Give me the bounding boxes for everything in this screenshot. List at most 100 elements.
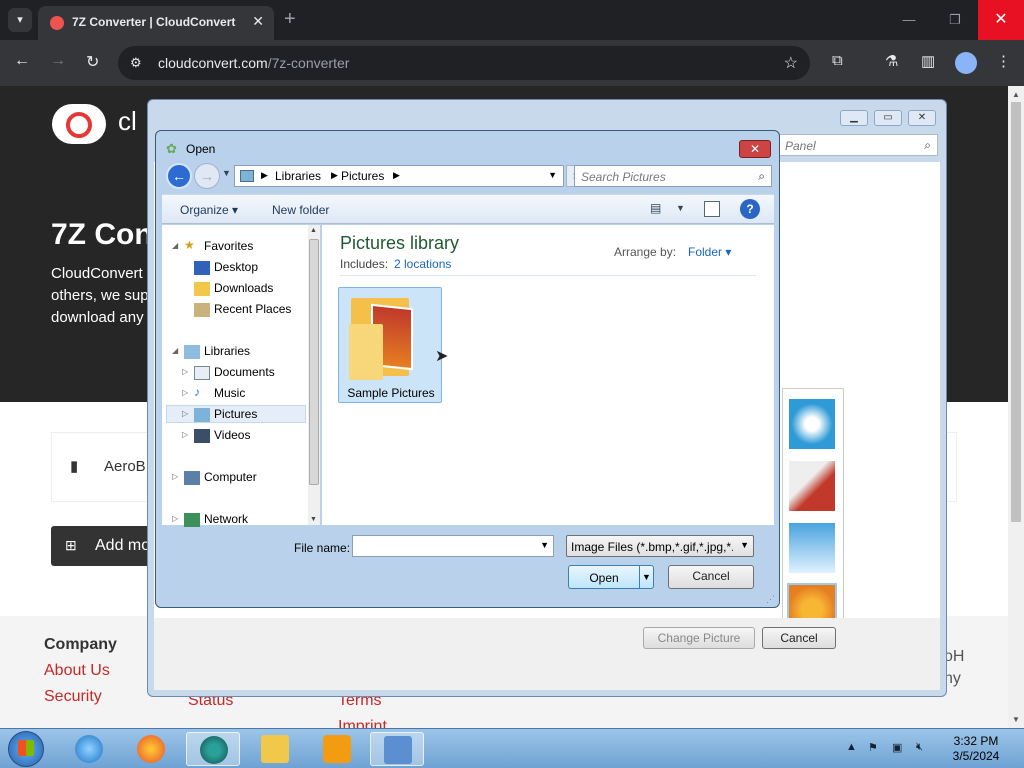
tree-collapsed-arrow-icon[interactable]: ▷ bbox=[182, 430, 188, 439]
search-icon[interactable]: ⌕ bbox=[758, 169, 765, 184]
tree-collapsed-arrow-icon[interactable]: ▷ bbox=[182, 409, 188, 418]
scroll-up-arrow-icon[interactable]: ▲ bbox=[310, 227, 317, 234]
side-panel-icon[interactable]: ▥ bbox=[921, 52, 935, 70]
taskbar-firefox[interactable] bbox=[124, 732, 178, 766]
pinwheel-thumbnail[interactable] bbox=[789, 399, 835, 449]
action-center-flag-icon[interactable]: ⚑ bbox=[868, 741, 878, 754]
search-icon[interactable]: ⌕ bbox=[924, 138, 931, 153]
footer-link-about[interactable]: About Us bbox=[44, 662, 117, 680]
footer-link-imprint[interactable]: Imprint bbox=[338, 718, 387, 728]
start-button[interactable] bbox=[8, 731, 44, 767]
forward-arrow-icon[interactable]: → bbox=[194, 163, 220, 189]
nav-downloads[interactable]: Downloads bbox=[214, 281, 273, 295]
reload-icon[interactable]: ↻ bbox=[86, 52, 99, 72]
minimize-button[interactable]: — bbox=[886, 0, 932, 40]
change-picture-button[interactable]: Change Picture bbox=[643, 627, 755, 649]
bg-maximize-button[interactable]: ▭ bbox=[874, 110, 902, 126]
file-type-select[interactable]: Image Files (*.bmp,*.gif,*.jpg,*. ▼ bbox=[566, 535, 754, 557]
breadcrumb-separator-icon[interactable]: ▶ bbox=[331, 170, 338, 181]
footer-link-security[interactable]: Security bbox=[44, 688, 117, 706]
cancel-button[interactable]: Cancel bbox=[668, 565, 754, 589]
extensions-icon[interactable]: ⧉ bbox=[832, 52, 843, 69]
folder-item-sample-pictures[interactable]: Sample Pictures ➤ bbox=[338, 287, 448, 403]
page-scrollbar[interactable]: ▲ ▼ bbox=[1008, 86, 1024, 728]
scroll-down-arrow-icon[interactable]: ▼ bbox=[1012, 715, 1020, 724]
menu-dots-icon[interactable]: ⋮ bbox=[996, 52, 1011, 70]
nav-favorites[interactable]: Favorites bbox=[204, 239, 253, 253]
breadcrumb-separator-icon[interactable]: ▶ bbox=[393, 170, 400, 181]
change-view-icon[interactable]: ▤ bbox=[650, 201, 661, 215]
clock[interactable]: 3:32 PM 3/5/2024 bbox=[946, 734, 1006, 764]
network-tray-icon[interactable]: ▣ bbox=[892, 741, 902, 754]
open-options-dropdown-icon[interactable]: ▼ bbox=[639, 566, 653, 588]
site-info-icon[interactable]: ⚙ bbox=[130, 55, 142, 71]
bg-search-box[interactable]: Panel ⌕ bbox=[778, 134, 938, 156]
profile-avatar[interactable] bbox=[955, 52, 977, 74]
nav-videos[interactable]: Videos bbox=[214, 428, 250, 442]
new-tab-button[interactable]: + bbox=[284, 8, 296, 31]
nav-libraries[interactable]: Libraries bbox=[204, 344, 250, 358]
tab-close-icon[interactable]: ✕ bbox=[252, 13, 264, 30]
nav-scroll-thumb[interactable] bbox=[309, 239, 319, 485]
nav-computer[interactable]: Computer bbox=[204, 470, 257, 484]
file-type-dropdown-icon[interactable]: ▼ bbox=[740, 540, 749, 550]
nav-pictures[interactable]: Pictures bbox=[214, 407, 257, 421]
scroll-up-arrow-icon[interactable]: ▲ bbox=[1012, 90, 1020, 99]
restore-button[interactable]: ❐ bbox=[932, 0, 978, 40]
show-hidden-icons-icon[interactable]: ▲ bbox=[846, 741, 857, 753]
new-folder-button[interactable]: New folder bbox=[272, 203, 329, 217]
nav-pane-scrollbar[interactable]: ▲ ▼ bbox=[308, 225, 320, 525]
scroll-down-arrow-icon[interactable]: ▼ bbox=[310, 516, 317, 523]
nav-documents[interactable]: Documents bbox=[214, 365, 275, 379]
file-name-dropdown-icon[interactable]: ▼ bbox=[540, 540, 549, 550]
breadcrumb-separator-icon[interactable]: ▶ bbox=[261, 170, 268, 181]
scroll-thumb[interactable] bbox=[1011, 102, 1021, 522]
url-text[interactable]: cloudconvert.com/7z-converter bbox=[158, 55, 349, 71]
address-dropdown-icon[interactable]: ▼ bbox=[548, 170, 557, 180]
arrange-by-dropdown[interactable]: Folder ▾ bbox=[688, 245, 731, 259]
bg-close-button[interactable]: ✕ bbox=[908, 110, 936, 126]
tree-expand-arrow-icon[interactable]: ◢ bbox=[172, 241, 178, 250]
labs-flask-icon[interactable]: ⚗ bbox=[885, 52, 898, 70]
breadcrumb[interactable]: ▶ Libraries ▶ Pictures ▶ ▼ bbox=[234, 165, 564, 187]
nav-music[interactable]: Music bbox=[214, 386, 245, 400]
nav-desktop[interactable]: Desktop bbox=[214, 260, 258, 274]
close-window-button[interactable]: ✕ bbox=[978, 0, 1024, 40]
organize-button[interactable]: Organize ▾ bbox=[180, 203, 238, 217]
nav-recent-places[interactable]: Recent Places bbox=[214, 302, 291, 316]
tree-collapsed-arrow-icon[interactable]: ▷ bbox=[172, 472, 178, 481]
taskbar-media-player[interactable] bbox=[310, 732, 364, 766]
add-more-files-button[interactable]: ⊞ Add mo bbox=[51, 526, 161, 566]
open-button[interactable]: Open ▼ bbox=[568, 565, 654, 589]
taskbar-control-panel[interactable] bbox=[370, 732, 424, 766]
back-arrow-icon[interactable]: ← bbox=[166, 163, 192, 189]
taskbar-internet-explorer[interactable] bbox=[62, 732, 116, 766]
sailboat-thumbnail[interactable] bbox=[789, 523, 835, 573]
cloudconvert-logo-icon[interactable] bbox=[52, 104, 106, 144]
help-icon[interactable]: ? bbox=[740, 199, 760, 219]
tab-search-button[interactable]: ▾ bbox=[8, 8, 32, 32]
breadcrumb-pictures[interactable]: Pictures bbox=[341, 169, 384, 183]
bookmark-star-icon[interactable]: ☆ bbox=[784, 53, 798, 73]
tree-collapsed-arrow-icon[interactable]: ▷ bbox=[182, 367, 188, 376]
search-input[interactable]: Search Pictures ⌕ bbox=[574, 165, 772, 187]
volume-muted-icon[interactable]: 🔇︎ bbox=[916, 741, 923, 754]
includes-locations-link[interactable]: 2 locations bbox=[394, 257, 451, 271]
taskbar-chrome[interactable] bbox=[186, 732, 240, 766]
recent-locations-chevron-icon[interactable]: ▼ bbox=[222, 168, 231, 178]
tree-collapsed-arrow-icon[interactable]: ▷ bbox=[182, 388, 188, 397]
view-dropdown-icon[interactable]: ▼ bbox=[676, 203, 685, 213]
bg-minimize-button[interactable]: ▁ bbox=[840, 110, 868, 126]
forward-arrow-icon[interactable]: → bbox=[50, 52, 66, 70]
brand-name[interactable]: cl bbox=[118, 106, 137, 137]
dialog-close-button[interactable]: ✕ bbox=[739, 140, 771, 158]
breadcrumb-libraries[interactable]: Libraries bbox=[275, 169, 321, 183]
crane-thumbnail[interactable] bbox=[789, 461, 835, 511]
file-name-field[interactable]: ▼ bbox=[352, 535, 554, 557]
back-arrow-icon[interactable]: ← bbox=[14, 52, 30, 70]
taskbar-explorer[interactable] bbox=[248, 732, 302, 766]
tree-collapsed-arrow-icon[interactable]: ▷ bbox=[172, 514, 178, 523]
tree-expand-arrow-icon[interactable]: ◢ bbox=[172, 346, 178, 355]
browser-tab-active[interactable]: 7Z Converter | CloudConvert ✕ bbox=[38, 6, 274, 40]
resize-grip-icon[interactable]: ⋰ bbox=[766, 594, 775, 605]
